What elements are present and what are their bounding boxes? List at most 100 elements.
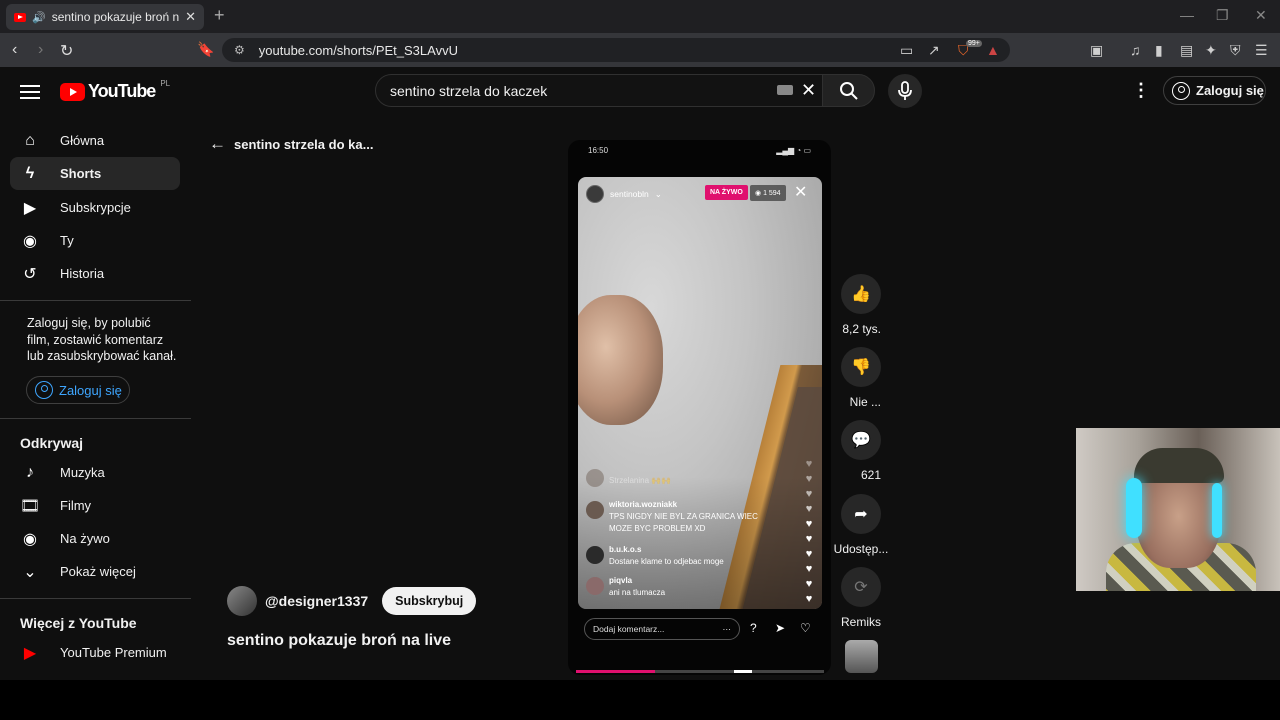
heart-icon: ♥	[805, 458, 813, 470]
like-action[interactable]: 👍 8,2 tys.	[841, 274, 881, 338]
heart-icon: ♥	[805, 488, 813, 500]
back-icon[interactable]: ‹	[12, 41, 17, 59]
heart-icon: ♥	[805, 563, 813, 575]
you-icon: ◉	[23, 232, 37, 250]
clear-search-icon[interactable]: ✕	[801, 80, 816, 101]
sign-in-button[interactable]: Zaloguj się	[1163, 76, 1266, 105]
account-icon	[1172, 81, 1190, 100]
faded-comment: Strzelanina 🙌🙌	[586, 467, 776, 487]
channel-avatar[interactable]	[227, 586, 257, 616]
sidebar-item-you[interactable]: ◉ Ty	[10, 224, 180, 257]
webcam-overlay	[1076, 428, 1280, 591]
sidebar-divider	[0, 418, 191, 419]
wallet-icon[interactable]: ▤	[1180, 42, 1193, 59]
sidebar-sign-in-button[interactable]: Zaloguj się	[26, 376, 130, 404]
cast-icon[interactable]: ▭	[900, 42, 913, 59]
sidebar-item-music[interactable]: ♪ Muzyka	[10, 456, 180, 489]
browser-tab[interactable]: 🔊 sentino pokazuje broń na live ✕	[6, 4, 204, 30]
share-action[interactable]: ➦ Udostęp...	[834, 494, 888, 558]
sidebar-item-home[interactable]: ⌂ Główna	[10, 124, 180, 157]
maximize-icon[interactable]: ❐	[1216, 7, 1229, 24]
ig-user: sentinobln ⌄	[586, 185, 662, 203]
streamer-face	[578, 295, 663, 425]
keyboard-icon[interactable]	[777, 85, 793, 95]
sound-thumbnail[interactable]	[845, 640, 878, 673]
search-button[interactable]	[822, 74, 875, 107]
music-player-icon[interactable]: ♫	[1130, 42, 1141, 58]
sidebar-item-history[interactable]: ↺ Historia	[10, 257, 180, 290]
hamburger-menu-icon[interactable]	[20, 81, 40, 103]
new-tab-icon[interactable]: +	[214, 5, 225, 26]
vpn-icon[interactable]: ⛨	[1230, 42, 1241, 59]
phone-time: 16:50	[588, 146, 609, 155]
explore-heading: Odkrywaj	[20, 435, 84, 451]
sidebar-item-movies[interactable]: 🎞 Filmy	[10, 489, 180, 522]
reader-icon[interactable]: ▣	[1090, 42, 1103, 59]
share-icon[interactable]: ➦	[841, 494, 881, 534]
progress-fill	[576, 670, 656, 673]
heart-icon: ♥	[805, 533, 813, 545]
more-options-icon[interactable]: ⋮	[1132, 80, 1150, 101]
leo-ai-icon[interactable]: ✦	[1205, 42, 1217, 59]
ig-send-icon: ➤	[775, 621, 786, 635]
forward-icon[interactable]: ›	[38, 41, 43, 59]
url-text: youtube.com/shorts/PEt_S3LAvvU	[258, 42, 458, 58]
arrow-left-icon: ←	[209, 134, 226, 153]
channel-name[interactable]: @designer1337	[265, 593, 368, 609]
music-icon: ♪	[26, 463, 34, 481]
live-comment: b.u.k.o.s Dostane klame to odjebac moge	[586, 544, 776, 568]
heart-icon: ♥	[805, 548, 813, 560]
thumbs-down-icon[interactable]: 👎	[841, 347, 881, 387]
comment-count: 621	[860, 468, 881, 482]
reload-icon[interactable]: ↻	[60, 41, 73, 61]
sidebar-item-live[interactable]: ◉ Na żywo	[10, 522, 180, 555]
short-video-player[interactable]: 16:50 ▂▄▆ ◔ ▭ sentinobln ⌄ NA ŻYWO ◉ 1 5…	[568, 140, 831, 675]
site-settings-icon[interactable]: ⚙	[234, 43, 245, 57]
brave-rewards-icon[interactable]: ▲	[986, 42, 1000, 58]
youtube-play-icon	[60, 82, 85, 101]
browser-menu-icon[interactable]: ☰	[1255, 42, 1268, 59]
sidebar-item-subscriptions[interactable]: ▶ Subskrypcje	[10, 191, 180, 224]
channel-row: @designer1337 Subskrybuj	[227, 586, 477, 616]
dislike-label: Nie ...	[849, 395, 881, 409]
speaker-icon[interactable]: 🔊	[32, 11, 46, 24]
live-icon: ◉	[23, 530, 37, 548]
video-progress-bar[interactable]	[576, 670, 824, 673]
live-comment: wiktoria.wozniakk TPS NIGDY NIE BYL ZA GR…	[586, 499, 776, 535]
voice-search-button[interactable]	[888, 74, 922, 108]
chevron-down-icon: ⌄	[23, 563, 37, 581]
search-input[interactable]: sentino strzela do kaczek	[375, 74, 826, 107]
close-window-icon[interactable]: ✕	[1255, 7, 1267, 24]
shorts-icon: ϟ	[25, 164, 35, 182]
bookmark-icon[interactable]: 🔖	[197, 41, 214, 58]
more-from-youtube-heading: Więcej z YouTube	[20, 615, 137, 631]
ig-avatar	[586, 185, 604, 203]
youtube-premium-icon: ▶	[23, 644, 37, 662]
url-bar[interactable]: ⚙ youtube.com/shorts/PEt_S3LAvvU	[222, 38, 1010, 62]
comment-icon[interactable]: 💬	[841, 420, 881, 460]
youtube-logo[interactable]: YouTube PL	[60, 79, 170, 102]
share-icon[interactable]: ↗	[928, 42, 940, 59]
sidebar-item-youtube-premium[interactable]: ▶ YouTube Premium	[10, 636, 180, 669]
back-to-search-button[interactable]: ← sentino strzela do ka...	[209, 134, 373, 154]
subscribe-button[interactable]: Subskrybuj	[382, 587, 477, 615]
sidebar-item-shorts[interactable]: ϟ Shorts	[10, 157, 180, 190]
remix-icon[interactable]: ⟳	[841, 567, 881, 607]
minimize-icon[interactable]: —	[1180, 7, 1194, 23]
thumbs-up-icon[interactable]: 👍	[841, 274, 881, 314]
dislike-action[interactable]: 👎 Nie ...	[841, 347, 881, 411]
remix-label: Remiks	[840, 615, 882, 629]
tab-title: sentino pokazuje broń na live	[51, 10, 180, 24]
remix-action[interactable]: ⟳ Remiks	[841, 567, 881, 631]
comments-action[interactable]: 💬 621	[841, 420, 881, 484]
close-tab-icon[interactable]: ✕	[185, 9, 196, 25]
sidebar-sign-in-note: Zaloguj się, by polubić film, zostawić k…	[27, 316, 177, 363]
share-label: Udostęp...	[833, 542, 889, 556]
microphone-icon	[898, 81, 912, 100]
phone-battery-icon: ▂▄▆ ◔ ▭	[776, 146, 811, 155]
sidebar-item-show-more[interactable]: ⌄ Pokaż więcej	[10, 555, 180, 588]
sidebar-toggle-icon[interactable]: ▮	[1155, 42, 1163, 59]
heart-icon: ♥	[805, 473, 813, 485]
home-icon: ⌂	[25, 131, 35, 149]
extension-badge: 99+	[966, 40, 982, 47]
